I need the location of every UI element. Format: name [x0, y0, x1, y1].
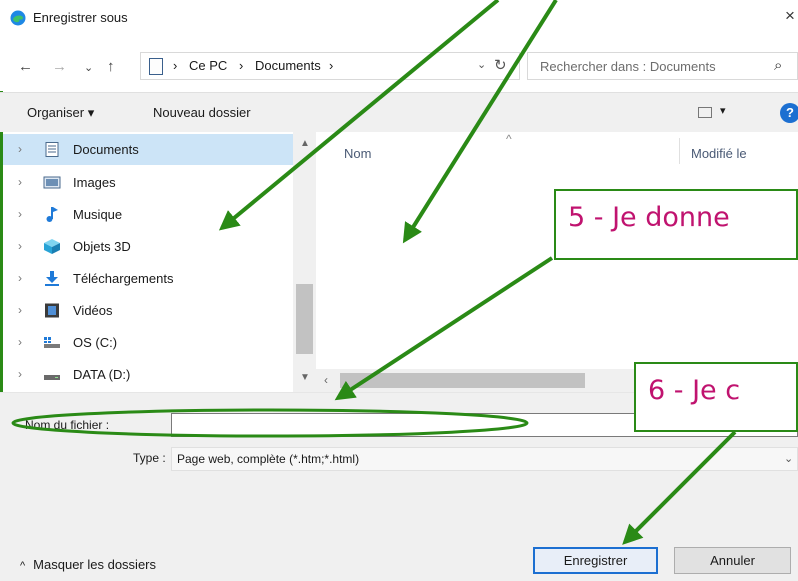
- file-type-select[interactable]: Page web, complète (*.htm;*.html) ⌄: [171, 447, 798, 471]
- sidebar-item-3d-objects[interactable]: › Objets 3D: [3, 231, 293, 262]
- expand-chevron-icon[interactable]: ›: [18, 303, 22, 317]
- search-icon[interactable]: ⌕: [774, 57, 782, 74]
- sidebar-item-music[interactable]: › Musique: [3, 199, 293, 230]
- hide-folders-toggle[interactable]: ^ Masquer les dossiers: [20, 557, 156, 572]
- column-headers: ^ Nom Modifié le: [316, 132, 798, 172]
- scroll-down-icon[interactable]: ▼: [300, 372, 310, 383]
- sidebar-item-label: OS (C:): [73, 335, 118, 350]
- type-label: Type :: [133, 451, 166, 465]
- breadcrumb-documents[interactable]: Documents: [255, 58, 321, 73]
- cancel-button[interactable]: Annuler: [674, 547, 791, 574]
- window-title: Enregistrer sous: [33, 10, 128, 25]
- scroll-left-icon[interactable]: ‹: [324, 373, 328, 387]
- navigation-pane-scrollbar[interactable]: ▲ ▼: [293, 132, 316, 392]
- images-icon: [43, 176, 61, 189]
- filename-label: Nom du fichier :: [25, 418, 110, 432]
- music-icon: [46, 207, 58, 222]
- sort-ascending-icon: ^: [506, 132, 512, 146]
- refresh-icon[interactable]: ↻: [494, 56, 507, 74]
- forward-arrow-icon[interactable]: →: [52, 58, 67, 75]
- chevron-down-icon[interactable]: ⌄: [784, 452, 793, 465]
- os-drive-icon: [44, 337, 60, 348]
- scroll-thumb[interactable]: [340, 373, 585, 388]
- sidebar-item-documents[interactable]: › Documents: [3, 134, 293, 165]
- documents-icon: [45, 142, 59, 157]
- breadcrumb-separator: ›: [329, 58, 334, 73]
- sidebar-item-label: Musique: [73, 207, 123, 222]
- title-bar: Enregistrer sous ×: [0, 0, 798, 36]
- data-drive-icon: [44, 375, 60, 380]
- expand-chevron-icon[interactable]: ›: [18, 239, 22, 253]
- hide-folders-label: Masquer les dossiers: [33, 557, 156, 572]
- address-row: ← → ⌄ ↑ › Ce PC › Documents › ⌄ ↻ Recher…: [0, 36, 798, 91]
- sidebar-item-label: Objets 3D: [73, 239, 131, 254]
- scroll-thumb[interactable]: [296, 284, 313, 354]
- sidebar-item-downloads[interactable]: › Téléchargements: [3, 263, 293, 294]
- breadcrumb-separator: ›: [173, 58, 178, 73]
- documents-folder-icon: [149, 58, 163, 75]
- column-name-header[interactable]: Nom: [344, 146, 371, 161]
- sidebar-item-label: Images: [73, 175, 116, 190]
- sidebar-item-label: DATA (D:): [73, 367, 131, 382]
- annotation-callout-5: 5 - Je donne: [554, 189, 798, 260]
- sidebar-item-label: Vidéos: [73, 303, 113, 318]
- new-folder-button[interactable]: Nouveau dossier: [153, 105, 251, 120]
- search-placeholder: Rechercher dans : Documents: [540, 59, 716, 74]
- navigation-pane: › Documents › Images › Musique › Objets …: [3, 132, 293, 392]
- help-icon[interactable]: ?: [780, 103, 798, 123]
- expand-chevron-icon[interactable]: ›: [18, 175, 22, 189]
- breadcrumb-separator: ›: [239, 58, 244, 73]
- search-box[interactable]: Rechercher dans : Documents ⌕: [527, 52, 798, 80]
- expand-chevron-icon[interactable]: ›: [18, 207, 22, 221]
- expand-chevron-icon[interactable]: ›: [18, 367, 22, 381]
- edge-browser-icon: [10, 10, 26, 26]
- sidebar-item-videos[interactable]: › Vidéos: [3, 295, 293, 326]
- sidebar-item-label: Téléchargements: [73, 271, 174, 286]
- videos-icon: [45, 303, 59, 318]
- annotation-callout-6: 6 - Je c: [634, 362, 798, 432]
- view-dropdown-icon[interactable]: ▾: [720, 104, 726, 117]
- file-type-value: Page web, complète (*.htm;*.html): [177, 452, 360, 466]
- sidebar-item-images[interactable]: › Images: [3, 167, 293, 198]
- downloads-icon: [45, 271, 59, 286]
- 3d-objects-icon: [44, 239, 60, 254]
- up-arrow-icon[interactable]: ↑: [107, 58, 115, 75]
- sidebar-item-label: Documents: [73, 142, 139, 157]
- organize-button[interactable]: Organiser ▾: [27, 105, 94, 121]
- address-bar[interactable]: › Ce PC › Documents › ⌄ ↻: [140, 52, 520, 80]
- chevron-up-icon: ^: [20, 560, 26, 572]
- breadcrumb-this-pc[interactable]: Ce PC: [189, 58, 227, 73]
- column-separator[interactable]: [679, 138, 680, 164]
- view-options-icon[interactable]: [698, 107, 712, 118]
- expand-chevron-icon[interactable]: ›: [18, 142, 22, 156]
- recent-locations-chevron-icon[interactable]: ⌄: [84, 61, 93, 74]
- column-modified-header[interactable]: Modifié le: [691, 146, 747, 161]
- command-bar: Organiser ▾ Nouveau dossier ▾ ?: [0, 92, 798, 132]
- scroll-up-icon[interactable]: ▲: [300, 138, 310, 149]
- expand-chevron-icon[interactable]: ›: [18, 335, 22, 349]
- save-button[interactable]: Enregistrer: [533, 547, 658, 574]
- sidebar-item-os-drive[interactable]: › OS (C:): [3, 327, 293, 358]
- address-dropdown-icon[interactable]: ⌄: [477, 58, 486, 71]
- close-button[interactable]: ×: [785, 6, 795, 26]
- expand-chevron-icon[interactable]: ›: [18, 271, 22, 285]
- sidebar-item-data-drive[interactable]: › DATA (D:): [3, 359, 293, 390]
- back-arrow-icon[interactable]: ←: [18, 58, 33, 75]
